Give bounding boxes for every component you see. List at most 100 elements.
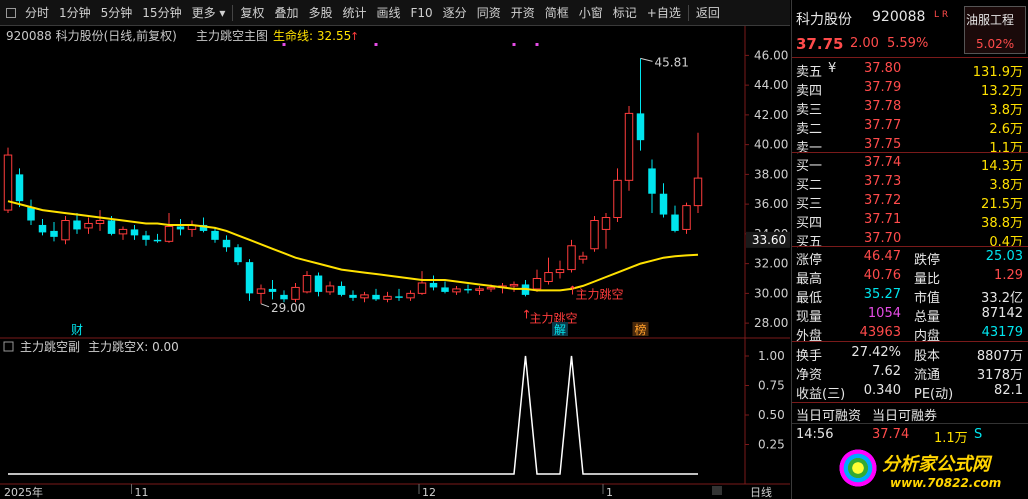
candle-body-up[interactable] <box>601 217 611 230</box>
candle-body-down[interactable] <box>38 224 47 233</box>
event-marker[interactable]: 财 <box>71 323 83 337</box>
finance-label: 当日可融券 <box>872 409 938 424</box>
toolbar-item[interactable]: 叠加 <box>269 0 303 26</box>
candle-body-down[interactable] <box>211 230 219 240</box>
event-marker[interactable]: 榜 <box>634 322 646 337</box>
candle-body-down[interactable] <box>27 207 35 221</box>
toolbar-item[interactable]: 15分钟 <box>137 0 186 26</box>
candle-body-down[interactable] <box>671 214 679 231</box>
stat-label: 跌停 <box>914 253 941 268</box>
candle-body-down[interactable] <box>176 226 185 230</box>
period-label[interactable]: 日线 <box>750 485 772 499</box>
ask-price: 37.75 <box>864 137 902 152</box>
candle-body-down[interactable] <box>464 288 472 291</box>
candle-body-up[interactable] <box>291 286 300 300</box>
candle-body-down[interactable] <box>245 262 254 294</box>
candle-body-down[interactable] <box>659 193 668 215</box>
toolbar-item[interactable]: 1分钟 <box>54 0 96 26</box>
candle-body-up[interactable] <box>452 288 461 293</box>
toolbar-item[interactable]: 分时 <box>20 0 54 26</box>
candle-body-down[interactable] <box>372 294 380 300</box>
stats-row: 涨停 46.47 跌停 25.03 <box>792 248 1028 268</box>
candle-body-up[interactable] <box>84 222 93 229</box>
toolbar-item[interactable]: 更多 ▾ <box>187 0 231 26</box>
candle-body-up[interactable] <box>532 278 542 290</box>
toolbar-item[interactable]: 逐分 <box>438 0 472 26</box>
candle-body-down[interactable] <box>441 287 449 292</box>
candlestick-chart[interactable]: 46.0044.0042.0040.0038.0036.0034.0032.00… <box>0 26 790 499</box>
toolbar-item[interactable]: 开资 <box>506 0 540 26</box>
toolbar-item[interactable]: 复权 <box>235 0 269 26</box>
ask-volume: 2.6万 <box>989 122 1023 137</box>
candle-body-down[interactable] <box>429 282 438 288</box>
toolbar-item[interactable]: 简框 <box>540 0 574 26</box>
candle-body-up[interactable] <box>509 283 519 287</box>
candle-body-up[interactable] <box>256 288 266 294</box>
toolbar-item[interactable]: 返回 <box>691 0 725 26</box>
candle-body-down[interactable] <box>314 275 323 292</box>
toolbar-item[interactable]: F10 <box>406 0 438 26</box>
candle-body-down[interactable] <box>107 220 116 234</box>
toolbar-item[interactable]: 同资 <box>472 0 506 26</box>
toolbar-item[interactable]: 多股 <box>303 0 337 26</box>
candle-body-down[interactable] <box>349 294 357 298</box>
candle-body-down[interactable] <box>648 168 656 194</box>
candle-body-down[interactable] <box>395 296 403 298</box>
bid-label: 买四 <box>796 216 823 231</box>
candle-body-up[interactable] <box>590 219 599 250</box>
bid-volume: 14.3万 <box>981 159 1023 174</box>
stat-label: 流通 <box>914 368 941 383</box>
candle-body-up[interactable] <box>567 245 576 271</box>
y-tick-label: 42.00 <box>754 108 788 122</box>
candle-body-up[interactable] <box>325 285 335 293</box>
sub-indicator-name[interactable]: 主力跳空副 <box>20 340 80 354</box>
candle-body-down[interactable] <box>153 239 162 242</box>
sub-collapse-icon[interactable] <box>3 341 14 352</box>
candle-body-up[interactable] <box>406 292 415 299</box>
toolbar-item[interactable]: 小窗 <box>574 0 608 26</box>
candle-body-up[interactable] <box>475 288 484 291</box>
candle-body-up[interactable] <box>693 177 703 207</box>
candle-body-up[interactable] <box>624 112 634 181</box>
candle-body-up[interactable] <box>417 282 427 294</box>
candle-body-up[interactable] <box>61 219 70 241</box>
toolbar-item[interactable]: 标记 <box>608 0 642 26</box>
toolbar-item[interactable]: +自选 <box>642 0 686 26</box>
y-tick-label: 36.00 <box>754 197 788 211</box>
candle-body-down[interactable] <box>73 220 81 230</box>
candle-body-down[interactable] <box>337 285 346 295</box>
candle-body-up[interactable] <box>164 225 174 242</box>
toolbar-item[interactable]: 统计 <box>337 0 371 26</box>
candle-body-up[interactable] <box>302 275 312 293</box>
bid-volume: 38.8万 <box>981 216 1023 231</box>
candle-body-down[interactable] <box>142 235 150 240</box>
toolbar-item[interactable]: 5分钟 <box>96 0 138 26</box>
candle-body-up[interactable] <box>360 294 369 299</box>
candle-body-down[interactable] <box>636 113 645 141</box>
last-price-label: 33.60 <box>752 233 786 247</box>
candle-body-up[interactable] <box>578 255 588 260</box>
chart-area[interactable]: 920088 科力股份(日线,前复权) 主力跳空主图 生命线: 32.55 46… <box>0 26 790 499</box>
candle-body-down[interactable] <box>280 294 288 300</box>
candle-body-up[interactable] <box>682 205 691 230</box>
candle-body-down[interactable] <box>222 239 231 248</box>
toolbar-item[interactable]: 画线 <box>371 0 405 26</box>
collapse-icon[interactable] <box>6 7 16 18</box>
scroll-handle[interactable] <box>712 486 722 495</box>
candle-body-down[interactable] <box>268 288 277 292</box>
candle-body-up[interactable] <box>486 286 496 290</box>
candle-body-up[interactable] <box>544 272 553 282</box>
candle-body-up[interactable] <box>555 269 565 274</box>
candle-body-up[interactable] <box>613 179 622 219</box>
toolbar-separator <box>232 4 234 21</box>
stats-row: 收益(三) 0.340 PE(动) 82.1 <box>792 382 1028 402</box>
candle-body-down[interactable] <box>130 229 139 236</box>
candle-body-up[interactable] <box>95 219 105 224</box>
candle-body-down[interactable] <box>50 230 58 237</box>
stock-code: 920088 <box>872 9 926 25</box>
candle-body-up[interactable] <box>118 228 128 235</box>
candle-body-up[interactable] <box>383 295 392 300</box>
event-marker[interactable]: 解 <box>554 323 566 337</box>
candle-body-down[interactable] <box>234 247 242 263</box>
candle-body-down[interactable] <box>15 174 24 202</box>
